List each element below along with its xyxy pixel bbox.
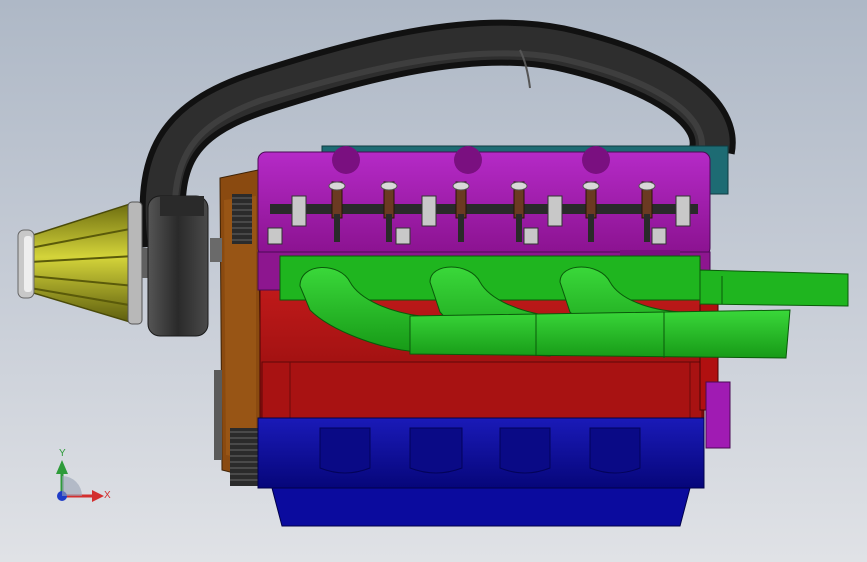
cam-pulley[interactable] <box>232 194 252 244</box>
oil-filter[interactable] <box>705 381 731 449</box>
air-filter[interactable] <box>17 201 143 325</box>
x-axis-label: X <box>104 490 111 501</box>
view-triad: Y X <box>56 448 111 502</box>
x-arrow-head <box>92 490 104 502</box>
cad-viewport[interactable]: Y X <box>0 0 867 562</box>
y-axis-label: Y <box>59 448 66 459</box>
oil-pan[interactable] <box>257 417 705 527</box>
y-arrow-head <box>56 460 68 474</box>
engine-model[interactable]: Y X <box>0 0 867 562</box>
throttle-body[interactable] <box>142 195 209 337</box>
crank-pulley[interactable] <box>230 428 258 486</box>
